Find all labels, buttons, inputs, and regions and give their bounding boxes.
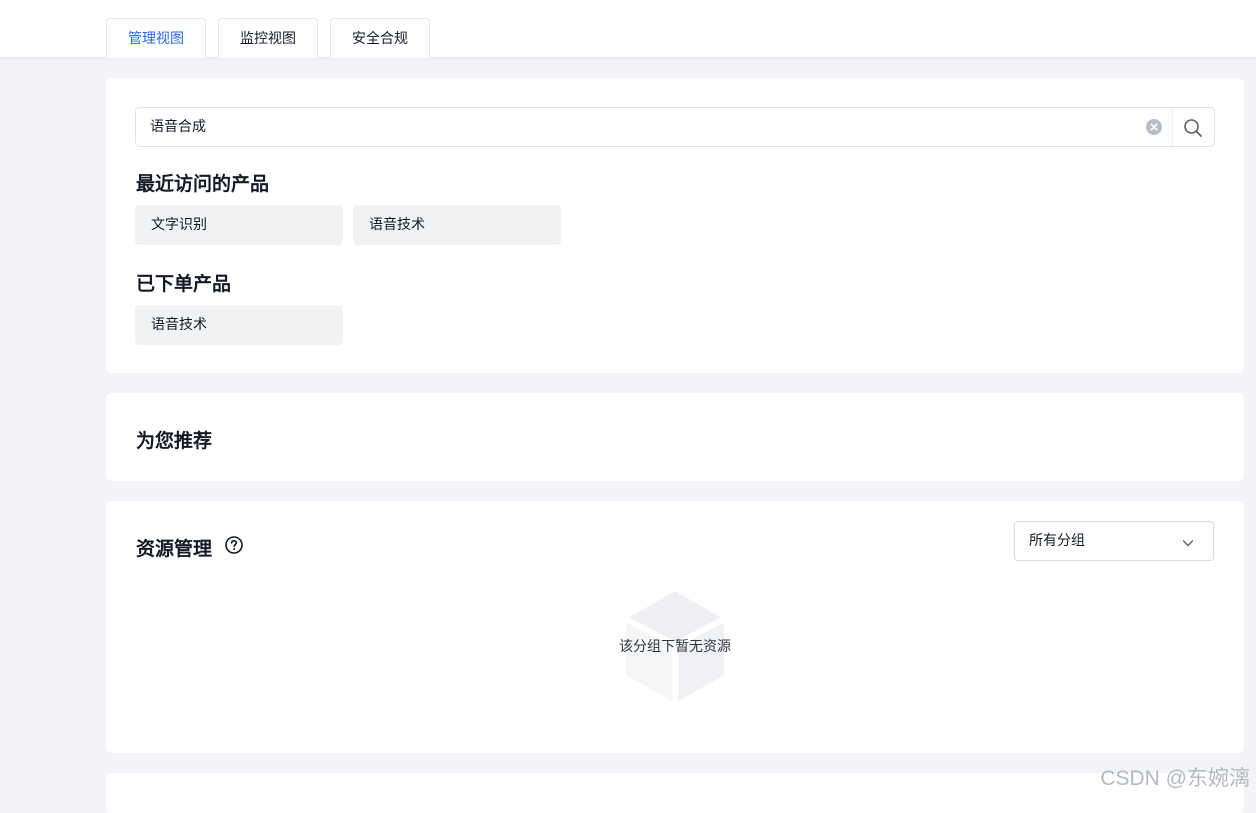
recommend-card: 为您推荐: [106, 393, 1244, 481]
ordered-product-speech[interactable]: 语音技术: [135, 305, 343, 345]
recent-products-title: 最近访问的产品: [136, 173, 270, 195]
close-circle-icon[interactable]: [1146, 119, 1162, 135]
recent-product-speech[interactable]: 语音技术: [353, 205, 561, 245]
chevron-down-icon: [1181, 535, 1195, 549]
search-value[interactable]: 语音合成: [150, 108, 206, 146]
group-select-value: 所有分组: [1029, 533, 1085, 549]
resource-title: 资源管理: [136, 538, 213, 560]
product-search-input[interactable]: 语音合成: [135, 107, 1215, 147]
tab-management-view[interactable]: 管理视图: [106, 18, 206, 58]
ordered-products-title: 已下单产品: [136, 273, 232, 295]
question-circle-icon[interactable]: [224, 535, 244, 555]
next-card: [106, 773, 1244, 813]
product-card: 语音合成 最近访问的产品 文字识别 语音技术 已下单产品 语音技术: [106, 78, 1244, 373]
watermark: CSDN @东婉漓: [1100, 767, 1250, 790]
top-tab-bar: 管理视图 监控视图 安全合规: [0, 0, 1256, 58]
recommend-title: 为您推荐: [136, 430, 213, 452]
recent-product-ocr[interactable]: 文字识别: [135, 205, 343, 245]
empty-resource-text: 该分组下暂无资源: [619, 639, 731, 655]
tab-security-compliance[interactable]: 安全合规: [330, 18, 430, 58]
tab-monitoring-view[interactable]: 监控视图: [218, 18, 318, 58]
search-icon[interactable]: [1182, 117, 1204, 139]
group-select[interactable]: 所有分组: [1014, 521, 1214, 561]
search-divider: [1172, 108, 1173, 146]
resource-card: 资源管理 所有分组 该分组下暂无资源: [106, 501, 1244, 753]
